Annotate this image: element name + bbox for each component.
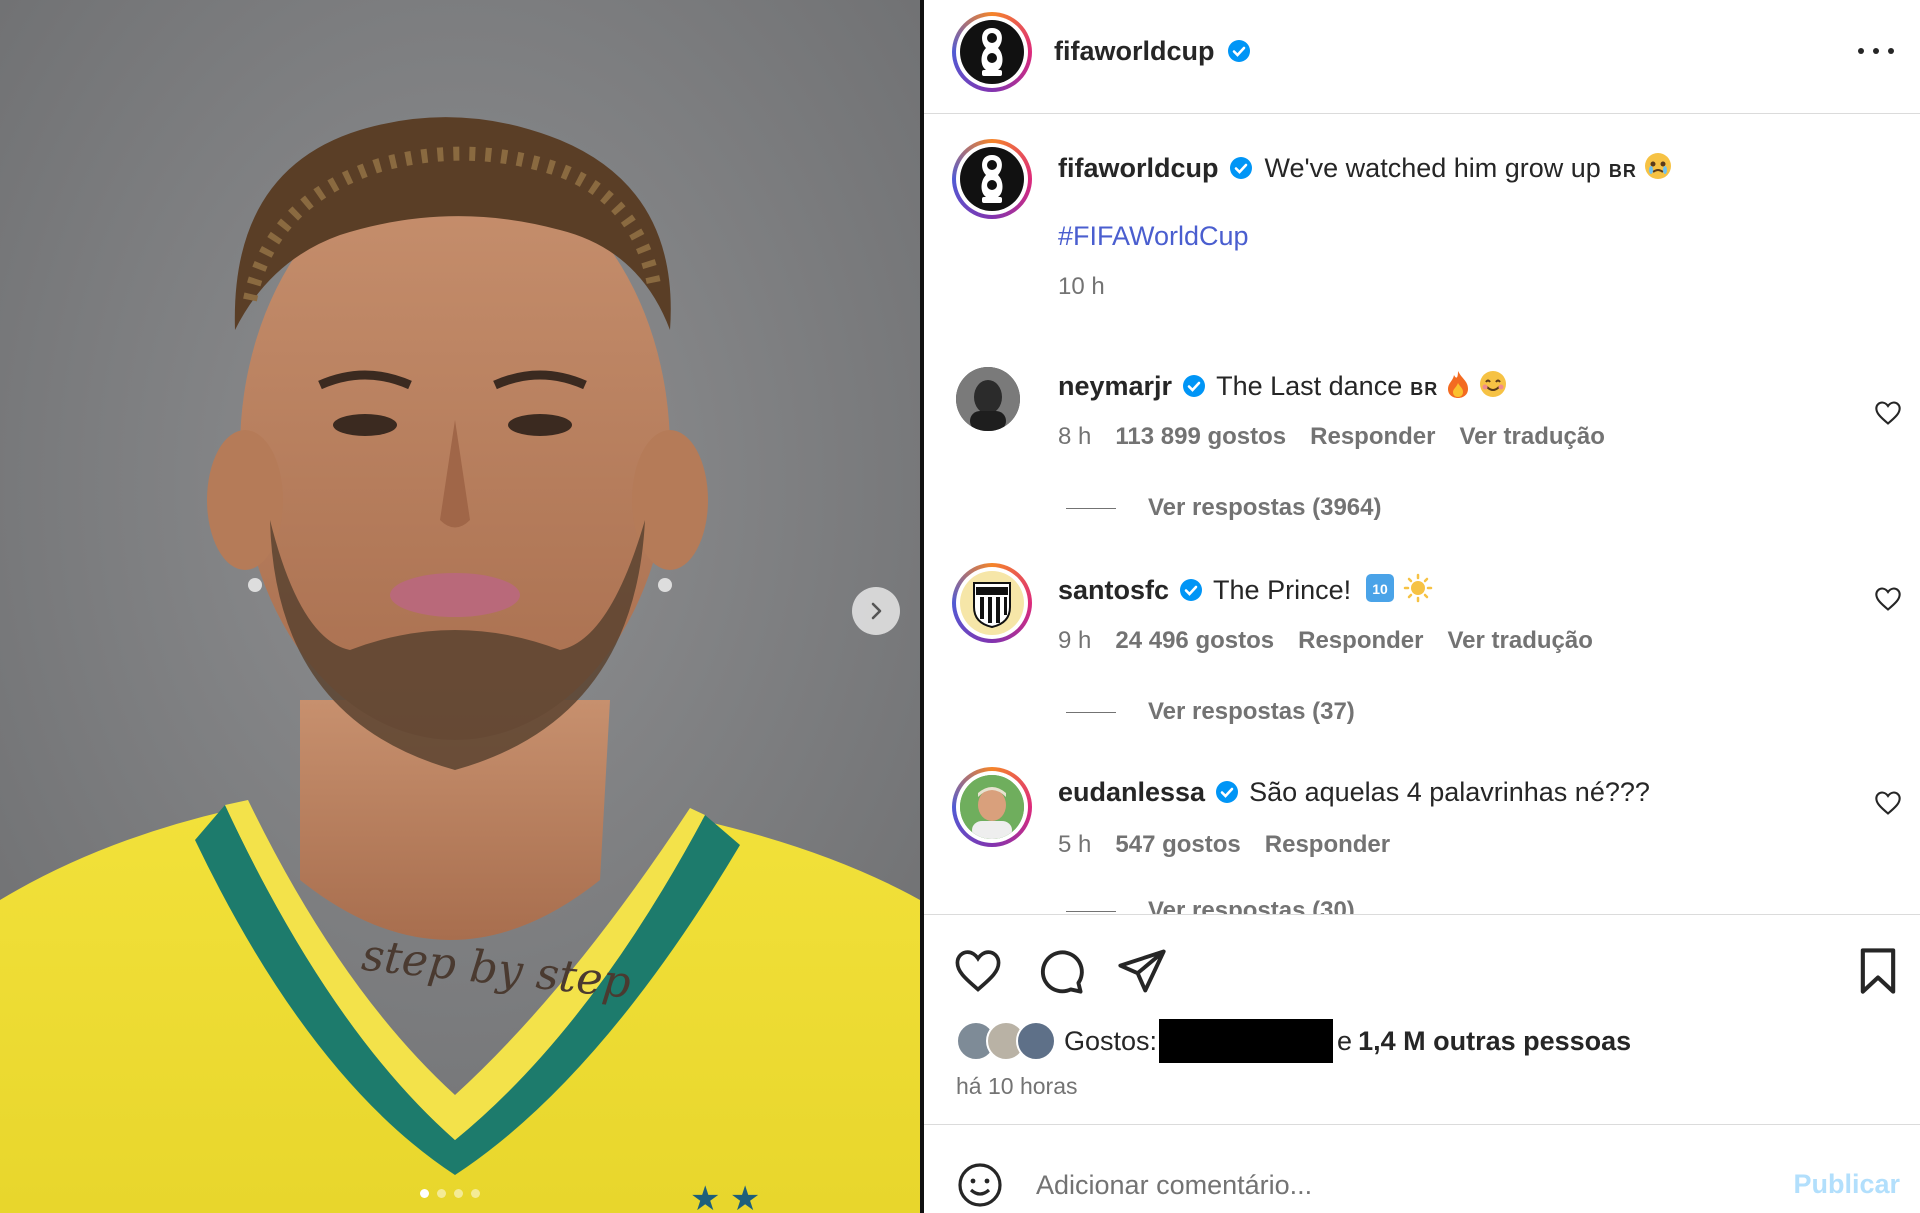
svg-text:★ ★: ★ ★ [690, 1180, 760, 1213]
avatar-image [956, 367, 1020, 431]
post-media[interactable]: step by step ★ ★ [0, 0, 920, 1213]
comment-body: The Last dance [1216, 371, 1403, 401]
verified-badge-icon [1180, 579, 1203, 601]
replies-divider [1066, 711, 1116, 713]
carousel-dot [454, 1189, 463, 1198]
add-comment-bar: Publicar [924, 1124, 1920, 1213]
view-replies-button[interactable]: Ver respostas (3964) [1066, 494, 1381, 522]
comment-likes[interactable]: 113 899 gostos [1115, 423, 1286, 451]
post-actions: Gostos: e 1,4 M outras pessoas há 10 hor… [924, 914, 1920, 1124]
likes-count[interactable]: 1,4 M outras pessoas [1358, 1026, 1631, 1057]
translate-button[interactable]: Ver tradução [1447, 627, 1592, 655]
caption-username[interactable]: fifaworldcup [1058, 153, 1219, 183]
santos-crest-icon [973, 582, 1011, 629]
caption-body: We've watched him grow up [1264, 153, 1601, 183]
more-dot [1858, 48, 1864, 54]
avatar-image [960, 775, 1024, 839]
verified-badge-icon [1216, 781, 1239, 803]
post-time: 10 h [1058, 273, 1105, 300]
comments-section[interactable]: fifaworldcup We've watched him grow up BR … [924, 115, 1920, 915]
comment-time: 5 h [1058, 831, 1092, 858]
comment-like-icon[interactable] [1874, 399, 1902, 427]
likes-summary: Gostos: e 1,4 M outras pessoas [956, 1019, 1631, 1063]
reply-button[interactable]: Responder [1298, 627, 1423, 655]
reply-button[interactable]: Responder [1265, 831, 1390, 859]
commenter-username[interactable]: santosfc [1058, 575, 1169, 605]
share-paper-plane-icon[interactable] [1116, 945, 1168, 997]
author-username[interactable]: fifaworldcup [1054, 36, 1215, 66]
view-replies-label: Ver respostas (3964) [1148, 494, 1382, 521]
reply-button[interactable]: Responder [1310, 423, 1435, 451]
likes-prefix: Gostos: [1064, 1025, 1158, 1056]
redacted-username [1159, 1019, 1334, 1063]
commenter-avatar[interactable] [952, 563, 1032, 643]
carousel-next-button[interactable] [852, 587, 900, 635]
carousel-dot [437, 1189, 446, 1198]
likes-conjunction: e [1337, 1025, 1353, 1056]
commenter-username[interactable]: eudanlessa [1058, 777, 1205, 807]
view-replies-label: Ver respostas (30) [1148, 897, 1355, 915]
comment-likes[interactable]: 547 gostos [1115, 831, 1240, 859]
view-replies-label: Ver respostas (37) [1148, 698, 1355, 725]
liker-avatar [1016, 1021, 1056, 1061]
instagram-post-view: step by step ★ ★ fifaworldcup fifaworldc… [0, 0, 1920, 1213]
comment-like-icon[interactable] [1874, 585, 1902, 613]
carousel-dot [420, 1189, 429, 1198]
caption-avatar[interactable] [952, 139, 1032, 219]
emoji-picker-icon[interactable] [956, 1161, 1004, 1209]
comment-likes[interactable]: 24 496 gostos [1115, 627, 1274, 655]
keycap-ten-emoji-icon: 10 [1366, 574, 1395, 602]
chevron-right-icon [871, 602, 882, 620]
posted-time: há 10 horas [956, 1073, 1078, 1099]
comment-body: The Prince! [1213, 575, 1352, 605]
author-avatar[interactable] [952, 12, 1032, 92]
comment-text: eudanlessa São aquelas 4 palavrinhas né??… [1058, 777, 1650, 808]
comment-like-icon[interactable] [1874, 789, 1902, 817]
commenter-username[interactable]: neymarjr [1058, 371, 1172, 401]
liker-avatars [956, 1021, 1056, 1061]
save-bookmark-icon[interactable] [1852, 945, 1904, 997]
replies-divider [1066, 507, 1116, 509]
smiling-face-emoji-icon [1480, 371, 1507, 397]
comment-meta: 5 h 547 gostos Responder [1058, 831, 1390, 859]
carousel-indicator [420, 1189, 480, 1198]
svg-text:10: 10 [1372, 581, 1388, 597]
caption-text: fifaworldcup We've watched him grow up BR [1058, 151, 1673, 184]
more-dot [1888, 48, 1894, 54]
comment-input[interactable] [1036, 1165, 1716, 1205]
more-dot [1873, 48, 1879, 54]
carousel-dot [471, 1189, 480, 1198]
verified-badge-icon [1227, 40, 1250, 62]
commenter-avatar[interactable] [952, 767, 1032, 847]
fire-emoji-icon [1448, 371, 1469, 398]
flag-icon: BR [1410, 379, 1439, 399]
more-options-button[interactable] [1858, 44, 1894, 58]
flag-icon: BR [1608, 161, 1637, 181]
comment-text: neymarjr The Last dance BR [1058, 369, 1508, 402]
comment-time: 8 h [1058, 423, 1092, 450]
commenter-avatar[interactable] [956, 367, 1020, 431]
post-photo: step by step ★ ★ [0, 0, 920, 1213]
verified-badge-icon [1229, 157, 1252, 179]
replies-divider [1066, 910, 1116, 912]
view-replies-button[interactable]: Ver respostas (30) [1066, 897, 1355, 915]
fifa-trophy-icon [981, 155, 1003, 203]
crying-face-emoji-icon [1644, 153, 1671, 179]
like-heart-icon[interactable] [952, 945, 1004, 997]
comment-text: santosfc The Prince! 10 [1058, 573, 1433, 606]
comment-time: 9 h [1058, 627, 1092, 654]
comment-meta: 8 h 113 899 gostos Responder Ver traduçã… [1058, 423, 1605, 451]
publish-button[interactable]: Publicar [1793, 1169, 1900, 1200]
post-side-panel: fifaworldcup fifaworldcup We've watched … [924, 0, 1920, 1213]
comment-bubble-icon[interactable] [1034, 945, 1086, 997]
comment-body: São aquelas 4 palavrinhas né??? [1249, 777, 1650, 807]
post-header: fifaworldcup [924, 0, 1920, 114]
view-replies-button[interactable]: Ver respostas (37) [1066, 698, 1355, 726]
sun-emoji-icon [1403, 573, 1433, 603]
verified-badge-icon [1183, 375, 1206, 397]
translate-button[interactable]: Ver tradução [1460, 423, 1605, 451]
fifa-trophy-icon [981, 28, 1003, 76]
comment-meta: 9 h 24 496 gostos Responder Ver tradução [1058, 627, 1593, 655]
caption-hashtag[interactable]: #FIFAWorldCup [1058, 221, 1249, 252]
